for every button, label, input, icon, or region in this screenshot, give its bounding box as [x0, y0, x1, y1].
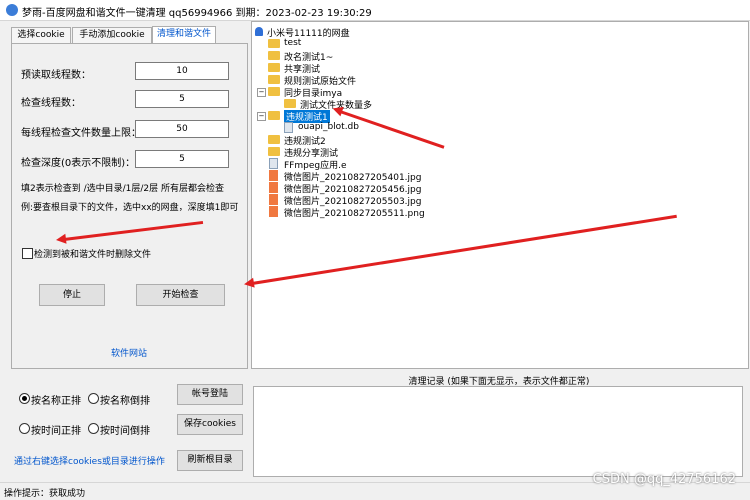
- image-file-icon: [269, 206, 278, 217]
- sort-time-asc-label: 按时间正排: [31, 426, 81, 437]
- software-website-link[interactable]: 软件网站: [111, 346, 147, 359]
- collapse-icon[interactable]: −: [257, 112, 266, 121]
- sort-time-desc-radio[interactable]: [88, 423, 99, 434]
- tab-select-cookie[interactable]: 选择cookie: [11, 27, 71, 43]
- image-file-icon: [269, 170, 278, 181]
- log-area[interactable]: [253, 386, 743, 477]
- folder-open-icon: [268, 87, 280, 96]
- save-cookies-button[interactable]: 保存cookies: [177, 414, 243, 435]
- folder-icon: [284, 99, 296, 108]
- tab-add-cookie[interactable]: 手动添加cookie: [72, 27, 152, 43]
- per-thread-limit-label: 每线程检查文件数量上限：: [21, 128, 141, 139]
- sort-time-asc-radio[interactable]: [19, 423, 30, 434]
- image-file-icon: [269, 182, 278, 193]
- title-bar: 梦雨-百度网盘和谐文件一键清理 qq56994966 到期：2023-02-23…: [0, 0, 750, 21]
- stop-button[interactable]: 停止: [39, 284, 105, 306]
- sort-name-desc-radio[interactable]: [88, 393, 99, 404]
- depth-hint-line1: 填2表示检查到 /选中目录/1层/2层 所有层都会检查: [21, 184, 224, 194]
- app-icon: [6, 4, 18, 16]
- check-threads-input[interactable]: 5: [135, 90, 229, 108]
- refresh-root-button[interactable]: 刷新根目录: [177, 450, 243, 471]
- folder-icon: [268, 63, 280, 72]
- check-threads-label: 检查线程数：: [21, 98, 81, 109]
- depth-hint-line2: 例:要查根目录下的文件，选中xx的网盘，深度填1即可: [21, 203, 239, 213]
- context-menu-hint: 通过右键选择cookies或目录进行操作: [14, 457, 165, 467]
- sort-time-desc-label: 按时间倒排: [100, 426, 150, 437]
- folder-icon: [268, 51, 280, 60]
- delete-checkbox-label: 检测到被和谐文件时删除文件: [34, 250, 152, 260]
- check-depth-label: 检查深度(0表示不限制)：: [21, 158, 136, 169]
- tree-item-label: ouapi_blot.db: [298, 122, 359, 132]
- start-check-button[interactable]: 开始检查: [136, 284, 225, 306]
- sort-name-desc-label: 按名称倒排: [100, 396, 150, 407]
- folder-icon: [268, 39, 280, 48]
- status-text: 操作提示：获取成功: [4, 489, 86, 499]
- delete-checkbox[interactable]: [22, 248, 33, 259]
- settings-panel: 预读取线程数： 10 检查线程数： 5 每线程检查文件数量上限： 50 检查深度…: [11, 43, 248, 369]
- tree-item-label: test: [284, 38, 302, 48]
- sort-name-asc-label: 按名称正排: [31, 396, 81, 407]
- folder-icon: [268, 135, 280, 144]
- file-icon: [284, 122, 293, 133]
- image-file-icon: [269, 194, 278, 205]
- folder-icon: [268, 147, 280, 156]
- per-thread-limit-input[interactable]: 50: [135, 120, 229, 138]
- prefetch-threads-input[interactable]: 10: [135, 62, 229, 80]
- prefetch-threads-label: 预读取线程数：: [21, 70, 91, 81]
- tree-root-label: 小米号11111的网盘: [267, 29, 350, 39]
- check-depth-input[interactable]: 5: [135, 150, 229, 168]
- collapse-icon[interactable]: −: [257, 88, 266, 97]
- sort-name-asc-radio[interactable]: [19, 393, 30, 404]
- window-title: 梦雨-百度网盘和谐文件一键清理 qq56994966 到期：2023-02-23…: [22, 8, 372, 19]
- login-button[interactable]: 帐号登陆: [177, 384, 243, 405]
- csdn-watermark: CSDN @qq_42756162: [592, 472, 736, 487]
- tree-item[interactable]: − 同步目录imya: [257, 86, 457, 99]
- user-icon: [255, 27, 263, 36]
- folder-open-icon: [268, 111, 280, 120]
- file-icon: [269, 158, 278, 169]
- file-tree: 小米号11111的网盘 test 改名测试1~ 共享测试 规则测试原始文件 − …: [251, 21, 749, 369]
- tree-item-label: 微信图片_20210827205511.png: [284, 209, 425, 219]
- tab-clean-files[interactable]: 清理和谐文件: [152, 26, 216, 44]
- folder-icon: [268, 75, 280, 84]
